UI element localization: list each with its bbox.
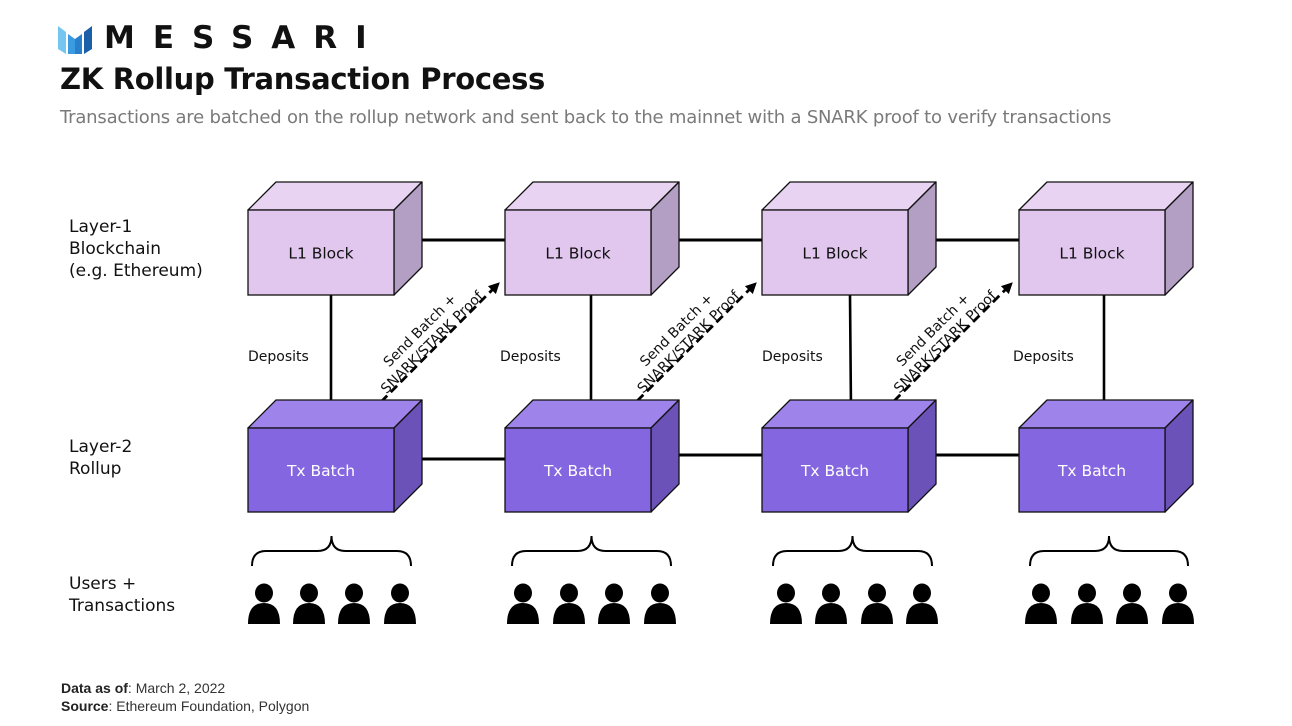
user-body bbox=[815, 603, 847, 624]
source-label: Source bbox=[61, 698, 109, 714]
source-value: : Ethereum Foundation, Polygon bbox=[108, 698, 310, 714]
user-body bbox=[644, 603, 676, 624]
user-head bbox=[868, 583, 886, 603]
curly-brace-icon bbox=[251, 535, 412, 567]
tx-batch-top bbox=[504, 399, 680, 429]
boxes-layer: L1 Block L1 Block L1 Block L1 Block Tx Batch… bbox=[247, 181, 1194, 513]
user-head bbox=[560, 583, 578, 603]
user-icon bbox=[1071, 583, 1103, 624]
user-body bbox=[248, 603, 280, 624]
tx-batch-label: Tx Batch bbox=[1057, 462, 1126, 480]
curly-brace-icon bbox=[1029, 535, 1189, 567]
l1-block-label: L1 Block bbox=[288, 245, 353, 263]
deposits-label: Deposits bbox=[248, 349, 309, 365]
user-head bbox=[777, 583, 795, 603]
tx-batch-label: Tx Batch bbox=[286, 462, 355, 480]
user-body bbox=[553, 603, 585, 624]
user-icon bbox=[644, 583, 676, 624]
user-head bbox=[1169, 583, 1187, 603]
l1-block-top bbox=[761, 181, 937, 211]
zk-rollup-diagram: L1 Block L1 Block L1 Block L1 Block Tx Batch… bbox=[247, 181, 1194, 624]
user-body bbox=[384, 603, 416, 624]
source: Source: Ethereum Foundation, Polygon bbox=[61, 698, 309, 714]
snark-stark-proof-text: SNARK/STARK Proof bbox=[378, 288, 487, 397]
user-head bbox=[822, 583, 840, 603]
user-icon bbox=[1116, 583, 1148, 624]
user-body bbox=[1071, 603, 1103, 624]
user-group-2 bbox=[507, 535, 676, 624]
user-head bbox=[651, 583, 669, 603]
tx-batch-4: Tx Batch bbox=[1018, 399, 1194, 513]
user-group-4 bbox=[1025, 535, 1194, 624]
users-layer bbox=[248, 535, 1194, 624]
user-group-3 bbox=[770, 535, 938, 624]
tx-batch-label: Tx Batch bbox=[543, 462, 612, 480]
user-body bbox=[861, 603, 893, 624]
user-icon bbox=[770, 583, 802, 624]
deposits-label: Deposits bbox=[1013, 349, 1074, 365]
l1-block-3: L1 Block bbox=[761, 181, 937, 296]
user-head bbox=[913, 583, 931, 603]
deposits-label: Deposits bbox=[762, 349, 823, 365]
user-head bbox=[255, 583, 273, 603]
l1-block-label: L1 Block bbox=[802, 245, 867, 263]
user-head bbox=[605, 583, 623, 603]
tx-batch-top bbox=[761, 399, 937, 429]
user-icon bbox=[384, 583, 416, 624]
user-icon bbox=[1162, 583, 1194, 624]
user-head bbox=[391, 583, 409, 603]
user-head bbox=[514, 583, 532, 603]
tx-batch-top bbox=[247, 399, 423, 429]
user-icon bbox=[815, 583, 847, 624]
user-head bbox=[300, 583, 318, 603]
data-as-of-label: Data as of bbox=[61, 680, 128, 696]
user-body bbox=[1116, 603, 1148, 624]
tx-batch-1: Tx Batch bbox=[247, 399, 423, 513]
l1-block-label: L1 Block bbox=[1059, 245, 1124, 263]
user-icon bbox=[507, 583, 539, 624]
user-head bbox=[1123, 583, 1141, 603]
l1-block-1: L1 Block bbox=[247, 181, 423, 296]
curly-brace-icon bbox=[511, 535, 672, 567]
data-as-of: Data as of: March 2, 2022 bbox=[61, 680, 225, 696]
curly-brace-icon bbox=[772, 535, 933, 567]
user-icon bbox=[906, 583, 938, 624]
user-body bbox=[507, 603, 539, 624]
user-icon bbox=[1025, 583, 1057, 624]
l1-block-label: L1 Block bbox=[545, 245, 610, 263]
l1-block-2: L1 Block bbox=[504, 181, 680, 296]
l1-block-top bbox=[504, 181, 680, 211]
tx-batch-2: Tx Batch bbox=[504, 399, 680, 513]
user-icon bbox=[598, 583, 630, 624]
tx-batch-3: Tx Batch bbox=[761, 399, 937, 513]
l1-block-4: L1 Block bbox=[1018, 181, 1194, 296]
user-body bbox=[770, 603, 802, 624]
data-as-of-value: : March 2, 2022 bbox=[127, 680, 226, 696]
user-body bbox=[1025, 603, 1057, 624]
user-icon bbox=[248, 583, 280, 624]
tx-batch-label: Tx Batch bbox=[800, 462, 869, 480]
snark-stark-proof-text: SNARK/STARK Proof bbox=[891, 287, 1000, 396]
user-body bbox=[906, 603, 938, 624]
user-icon bbox=[293, 583, 325, 624]
user-icon bbox=[861, 583, 893, 624]
deposit-arrow bbox=[845, 294, 857, 413]
user-head bbox=[1032, 583, 1050, 603]
user-group-1 bbox=[248, 535, 416, 624]
snark-stark-proof-text: SNARK/STARK Proof bbox=[635, 287, 744, 396]
user-body bbox=[1162, 603, 1194, 624]
tx-batch-top bbox=[1018, 399, 1194, 429]
user-icon bbox=[553, 583, 585, 624]
user-body bbox=[293, 603, 325, 624]
user-icon bbox=[338, 583, 370, 624]
l1-block-top bbox=[1018, 181, 1194, 211]
l1-block-top bbox=[247, 181, 423, 211]
user-body bbox=[338, 603, 370, 624]
user-head bbox=[1078, 583, 1096, 603]
user-head bbox=[345, 583, 363, 603]
user-body bbox=[598, 603, 630, 624]
connectors-layer bbox=[325, 238, 1110, 461]
deposits-label: Deposits bbox=[500, 349, 561, 365]
